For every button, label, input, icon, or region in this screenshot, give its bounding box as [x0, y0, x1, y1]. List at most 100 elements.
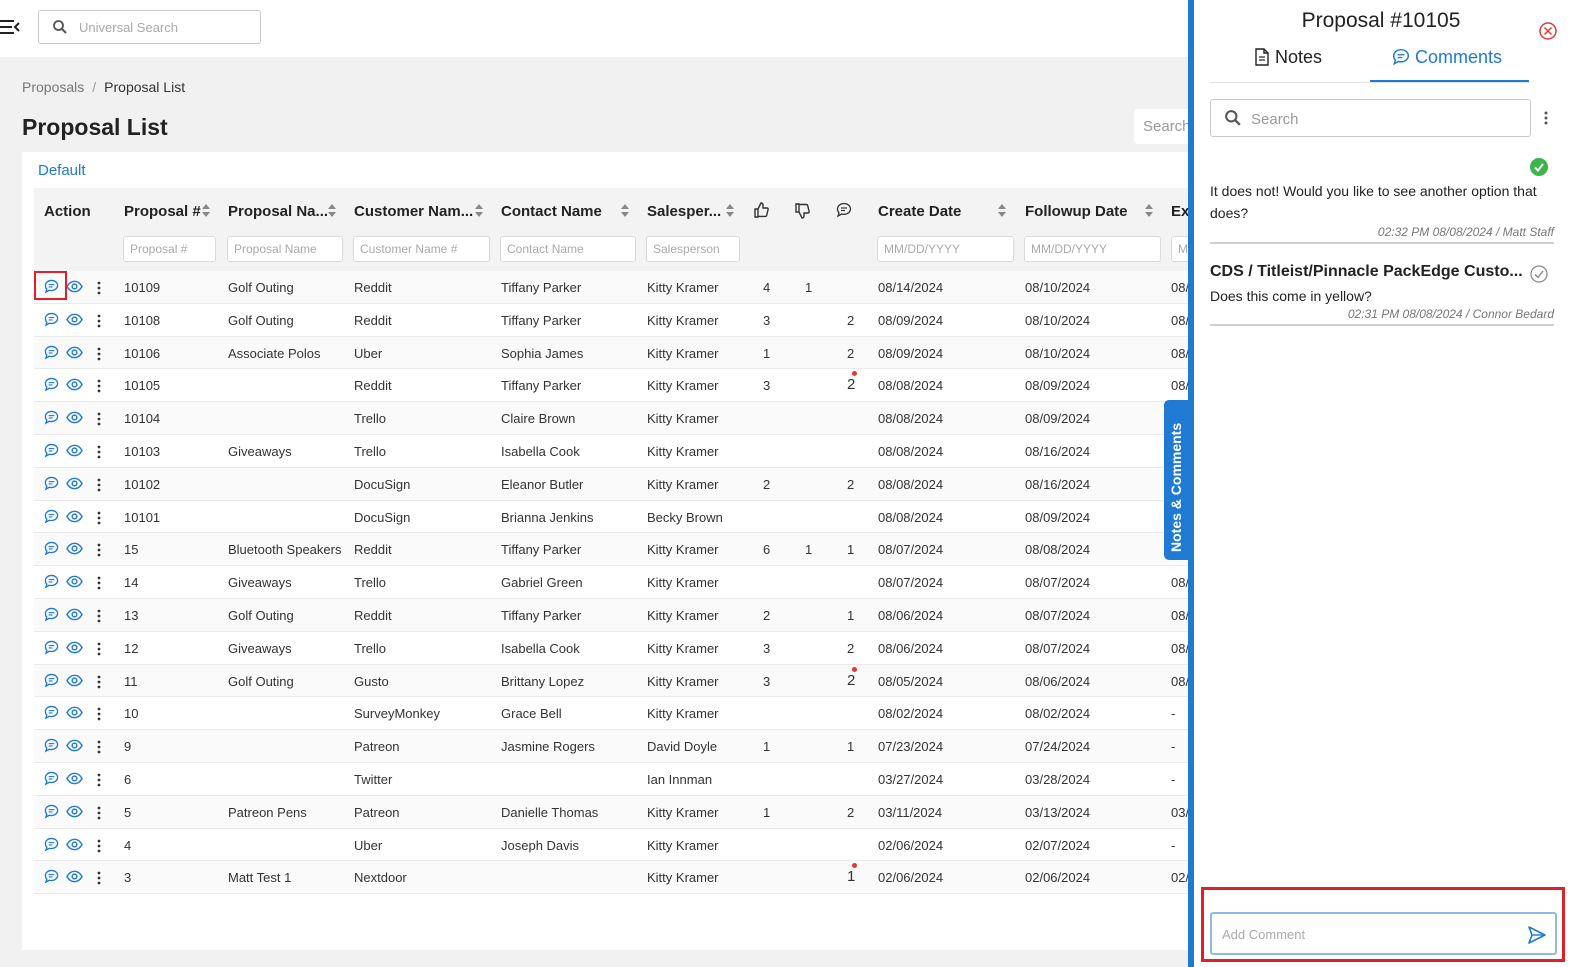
- comment-icon[interactable]: [836, 202, 852, 218]
- kebab-icon[interactable]: [97, 281, 101, 298]
- table-row[interactable]: 5 Patreon Pens Patreon Danielle Thomas Kitty…: [34, 795, 1214, 829]
- table-row[interactable]: 10101 DocuSign Brianna Jenkins Becky Brown 0…: [34, 501, 1214, 534]
- table-row[interactable]: 10108 Golf Outing Reddit Tiffany Parker Kitt…: [34, 304, 1214, 337]
- eye-icon[interactable]: [66, 837, 83, 855]
- cell-comment-count[interactable]: 1: [847, 542, 854, 557]
- kebab-icon[interactable]: [97, 642, 101, 659]
- cell-comment-count[interactable]: 2: [847, 805, 854, 820]
- comment-icon[interactable]: [44, 837, 59, 855]
- kebab-icon[interactable]: [97, 806, 101, 823]
- sort-icon[interactable]: [725, 202, 735, 220]
- eye-icon[interactable]: [66, 705, 83, 723]
- kebab-icon[interactable]: [97, 445, 101, 462]
- kebab-icon[interactable]: [97, 740, 101, 757]
- kebab-icon[interactable]: [97, 871, 101, 888]
- table-row[interactable]: 11 Golf Outing Gusto Brittany Lopez Kitty Kr…: [34, 664, 1214, 698]
- sort-icon[interactable]: [997, 202, 1007, 220]
- sort-icon[interactable]: [1144, 202, 1154, 220]
- table-row[interactable]: 14 Giveaways Trello Gabriel Green Kitty Kram…: [34, 566, 1214, 599]
- kebab-icon[interactable]: [97, 412, 101, 429]
- comment-icon[interactable]: [44, 607, 59, 625]
- eye-icon[interactable]: [66, 509, 83, 527]
- kebab-icon[interactable]: [97, 773, 101, 790]
- eye-icon[interactable]: [66, 771, 83, 789]
- table-row[interactable]: 4 Uber Joseph Davis Kitty Kramer 02/06/2024 0…: [34, 829, 1214, 862]
- close-icon[interactable]: [1538, 21, 1558, 41]
- cell-comment-count[interactable]: 2: [847, 313, 854, 328]
- eye-icon[interactable]: [66, 312, 83, 330]
- kebab-icon[interactable]: [97, 347, 101, 364]
- breadcrumb-proposals[interactable]: Proposals: [22, 79, 84, 95]
- cell-comment-count[interactable]: 1: [847, 739, 854, 754]
- eye-icon[interactable]: [66, 673, 83, 691]
- table-row[interactable]: 3 Matt Test 1 Nextdoor Kitty Kramer 1 02/06/2…: [34, 861, 1214, 895]
- table-row[interactable]: 13 Golf Outing Reddit Tiffany Parker Kitty K…: [34, 598, 1214, 632]
- comment-icon[interactable]: [44, 673, 59, 691]
- filter-salesperson[interactable]: [646, 236, 740, 262]
- eye-icon[interactable]: [66, 640, 83, 658]
- filter-proposal-number[interactable]: [123, 236, 216, 262]
- eye-icon[interactable]: [66, 574, 83, 592]
- eye-icon[interactable]: [66, 345, 83, 363]
- header-proposal-number[interactable]: Proposal #: [124, 203, 201, 220]
- kebab-icon[interactable]: [97, 511, 101, 528]
- table-row[interactable]: 6 Twitter Ian Innman 03/27/2024 03/28/2024 -: [34, 763, 1214, 796]
- filter-contact-name[interactable]: [500, 236, 636, 262]
- header-customer-name[interactable]: Customer Nam...: [354, 203, 473, 220]
- thumbs-down-icon[interactable]: [794, 203, 810, 219]
- add-comment-input[interactable]: [1222, 925, 1512, 943]
- cell-comment-count[interactable]: 2: [847, 376, 855, 393]
- resolved-check-icon[interactable]: [1530, 158, 1548, 176]
- kebab-icon[interactable]: [97, 379, 101, 396]
- kebab-icon[interactable]: [97, 707, 101, 724]
- filter-customer-name[interactable]: [353, 236, 490, 262]
- eye-icon[interactable]: [66, 607, 83, 625]
- cell-comment-count[interactable]: 2: [847, 477, 854, 492]
- comment-search[interactable]: [1210, 99, 1531, 137]
- cell-comment-count[interactable]: 2: [847, 641, 854, 656]
- kebab-icon[interactable]: [97, 543, 101, 560]
- comment-icon[interactable]: [44, 574, 59, 592]
- comment-icon[interactable]: [44, 410, 59, 428]
- kebab-icon[interactable]: [97, 314, 101, 331]
- kebab-icon[interactable]: [97, 478, 101, 495]
- eye-icon[interactable]: [66, 869, 83, 887]
- table-row[interactable]: 10109 Golf Outing Reddit Tiffany Parker Kitt…: [34, 271, 1214, 304]
- eye-icon[interactable]: [66, 443, 83, 461]
- comment-icon[interactable]: [44, 509, 59, 527]
- comment-icon[interactable]: [44, 640, 59, 658]
- header-proposal-name[interactable]: Proposal Na...: [228, 203, 328, 220]
- comment-icon[interactable]: [44, 377, 59, 395]
- kebab-icon[interactable]: [1544, 111, 1548, 125]
- view-tab-default[interactable]: Default: [38, 162, 86, 179]
- cell-comment-count[interactable]: 2: [847, 346, 854, 361]
- table-row[interactable]: 15 Bluetooth Speakers Reddit Tiffany Parker…: [34, 533, 1214, 567]
- header-followup-date[interactable]: Followup Date: [1025, 203, 1128, 220]
- header-create-date[interactable]: Create Date: [878, 203, 961, 220]
- eye-icon[interactable]: [66, 476, 83, 494]
- universal-search-input[interactable]: [79, 17, 254, 37]
- comment-icon[interactable]: [44, 869, 59, 887]
- cell-comment-count[interactable]: 1: [847, 868, 855, 885]
- tab-notes[interactable]: Notes: [1254, 47, 1322, 82]
- eye-icon[interactable]: [66, 804, 83, 822]
- comment-icon[interactable]: [44, 312, 59, 330]
- sort-icon[interactable]: [474, 202, 484, 220]
- cell-comment-count[interactable]: 1: [847, 608, 854, 623]
- kebab-icon[interactable]: [97, 675, 101, 692]
- comment-icon[interactable]: [44, 541, 59, 559]
- comment-icon[interactable]: [44, 705, 59, 723]
- menu-collapse-icon[interactable]: [0, 17, 22, 37]
- table-row[interactable]: 12 Giveaways Trello Isabella Cook Kitty Kram…: [34, 632, 1214, 665]
- eye-icon[interactable]: [66, 279, 83, 297]
- filter-followup-date[interactable]: [1024, 236, 1161, 262]
- comment-search-input[interactable]: [1251, 109, 1521, 129]
- table-row[interactable]: 9 Patreon Jasmine Rogers David Doyle 1 1 07/23…: [34, 730, 1214, 763]
- cell-comment-count[interactable]: 2: [847, 672, 855, 689]
- sort-icon[interactable]: [620, 202, 630, 220]
- kebab-icon[interactable]: [97, 576, 101, 593]
- filter-proposal-name[interactable]: [227, 236, 343, 262]
- table-row[interactable]: 10105 Reddit Tiffany Parker Kitty Kramer 3 2 0…: [34, 369, 1214, 403]
- filter-create-date[interactable]: [877, 236, 1014, 262]
- kebab-icon[interactable]: [97, 839, 101, 856]
